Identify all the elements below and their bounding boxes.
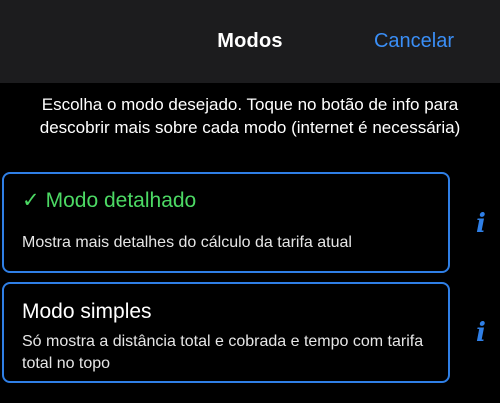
modes-screen: Modos Cancelar Escolha o modo desejado. … (0, 0, 500, 403)
mode-option-simple[interactable]: Modo simples Só mostra a distância total… (2, 282, 450, 383)
mode-description-simple: Só mostra a distância total e cobrada e … (22, 333, 424, 372)
checkmark-icon: ✓ (22, 189, 40, 212)
cancel-button[interactable]: Cancelar (374, 30, 454, 53)
mode-title-detailed-label: Modo detalhado (45, 189, 197, 212)
mode-option-detailed[interactable]: ✓ Modo detalhado Mostra mais detalhes do … (2, 172, 450, 273)
navigation-bar: Modos Cancelar (0, 0, 500, 83)
info-icon[interactable]: i (470, 209, 492, 239)
info-icon[interactable]: i (470, 318, 492, 348)
mode-title-detailed: ✓ Modo detalhado (22, 188, 196, 213)
instructions-text: Escolha o modo desejado. Toque no botão … (39, 95, 461, 137)
mode-description-detailed: Mostra mais detalhes do cálculo da tarif… (22, 234, 352, 251)
mode-title-simple: Modo simples (22, 300, 152, 323)
